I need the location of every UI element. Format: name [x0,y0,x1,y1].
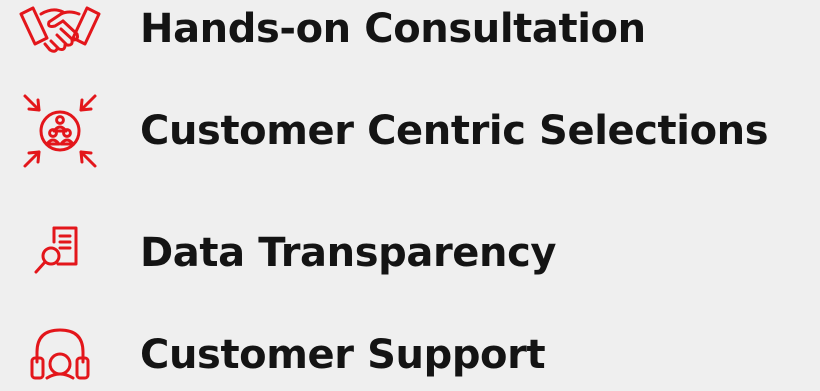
handshake-icon [10,0,110,64]
feature-item-data-transparency: Data Transparency [0,218,820,288]
feature-list: Hands-on Consultation Customer Centric S… [0,0,820,391]
feature-item-customer-support: Customer Support [0,320,820,390]
feature-label: Data Transparency [140,230,557,276]
feature-label: Customer Support [140,332,546,378]
feature-item-customer-centric-selections: Customer Centric Selections [0,94,820,168]
customer-centric-icon [10,94,110,168]
feature-label: Customer Centric Selections [140,108,769,154]
headset-icon [10,320,110,390]
feature-label: Hands-on Consultation [140,6,646,52]
document-search-icon [10,218,110,288]
feature-item-hands-on-consultation: Hands-on Consultation [0,0,820,64]
